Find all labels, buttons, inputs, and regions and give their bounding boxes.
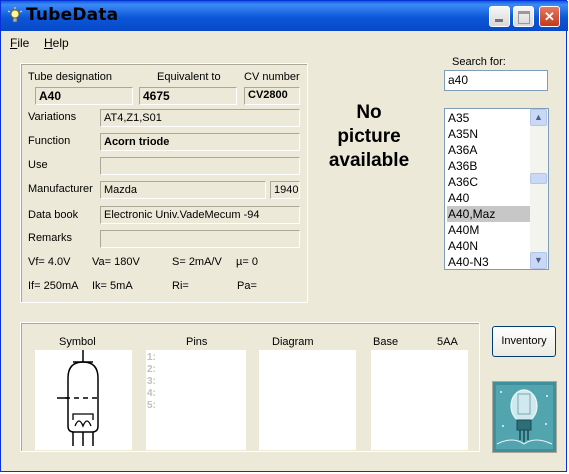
- variations-field[interactable]: AT4,Z1,S01: [100, 109, 300, 127]
- equivalent-label: Equivalent to: [157, 71, 221, 83]
- use-field[interactable]: [100, 157, 300, 175]
- minimize-icon: [495, 19, 503, 22]
- pin-number: 2:: [147, 364, 156, 375]
- tube-list-item[interactable]: A36B: [447, 158, 530, 174]
- variations-label: Variations: [28, 111, 77, 123]
- function-field[interactable]: Acorn triode: [100, 133, 300, 151]
- pin-number: 4:: [147, 388, 156, 399]
- designation-field[interactable]: A40: [35, 87, 133, 105]
- scroll-up-button[interactable]: ▲: [530, 109, 547, 126]
- year-field[interactable]: 1940: [270, 181, 300, 199]
- base-value: 5AA: [437, 336, 458, 348]
- param-pa: Pa=: [237, 280, 257, 292]
- tube-list-item[interactable]: A35N: [447, 126, 530, 142]
- app-window: TubeData ✕ File Help Tube designation Eq…: [0, 0, 568, 472]
- diagram-box: [259, 350, 356, 450]
- tube-list[interactable]: A35 A35N A36A A36B A36C A40 A40,Maz A40M A40N A40…: [444, 108, 549, 270]
- tube-list-item[interactable]: A40M: [447, 222, 530, 238]
- search-label: Search for:: [452, 56, 506, 68]
- scroll-down-icon: ▼: [534, 255, 543, 265]
- remarks-label: Remarks: [28, 232, 73, 244]
- databook-label: Data book: [28, 209, 79, 221]
- tube-list-item[interactable]: A40-N3: [447, 254, 530, 269]
- menu-bar: File Help: [1, 32, 568, 52]
- triode-tube-symbol: [57, 350, 101, 446]
- tube-list-item[interactable]: A40,Maz: [447, 206, 530, 222]
- tube-list-item[interactable]: A36A: [447, 142, 530, 158]
- maximize-icon: [518, 11, 530, 24]
- cv-label: CV number: [244, 71, 300, 83]
- tube-list-item[interactable]: A36C: [447, 174, 530, 190]
- base-box: [371, 350, 468, 450]
- symbol-label: Symbol: [59, 336, 96, 348]
- symbol-box: [35, 350, 132, 450]
- menu-file[interactable]: File: [10, 36, 29, 50]
- function-label: Function: [28, 135, 71, 147]
- list-scrollbar[interactable]: ▲ ▼: [530, 109, 548, 269]
- manufacturer-field[interactable]: Mazda: [100, 181, 266, 199]
- pins-box: 1: 2: 3: 4: 5:: [146, 350, 246, 450]
- use-label: Use: [28, 159, 48, 171]
- param-vf: Vf= 4.0V: [28, 256, 71, 268]
- lightbulb-icon: [7, 7, 23, 25]
- param-va: Va= 180V: [92, 256, 140, 268]
- title-bar[interactable]: TubeData ✕: [1, 1, 568, 31]
- tube-list-item[interactable]: A40N: [447, 238, 530, 254]
- no-picture-line-2: picture: [337, 126, 401, 147]
- designation-label: Tube designation: [28, 71, 112, 83]
- diagram-label: Diagram: [272, 336, 314, 348]
- base-label: Base: [373, 336, 399, 348]
- maximize-button[interactable]: [513, 6, 534, 27]
- scroll-up-icon: ▲: [534, 112, 543, 122]
- tube-logo: [492, 381, 557, 453]
- window-title: TubeData: [26, 5, 119, 25]
- cv-field[interactable]: CV2800: [244, 87, 300, 105]
- inventory-button[interactable]: Inventory: [492, 326, 556, 357]
- no-picture-line-3: available: [328, 150, 410, 171]
- pin-number: 1:: [147, 352, 156, 363]
- param-if: If= 250mA: [28, 280, 79, 292]
- pins-label: Pins: [186, 336, 208, 348]
- remarks-field[interactable]: [100, 230, 300, 248]
- param-ri: Ri=: [172, 280, 189, 292]
- scroll-down-button[interactable]: ▼: [530, 252, 547, 269]
- equivalent-field[interactable]: 4675: [139, 87, 237, 105]
- minimize-button[interactable]: [489, 6, 510, 27]
- no-picture-line-1: No: [356, 102, 382, 123]
- close-icon: ✕: [544, 9, 555, 24]
- param-ik: Ik= 5mA: [92, 280, 133, 292]
- databook-field[interactable]: Electronic Univ.VadeMecum -94: [100, 206, 300, 224]
- pin-number: 5:: [147, 400, 156, 411]
- tube-list-item[interactable]: A35: [447, 110, 530, 126]
- close-button[interactable]: ✕: [539, 6, 560, 27]
- no-picture-text: No picture available: [319, 101, 419, 173]
- menu-help[interactable]: Help: [44, 36, 69, 50]
- scroll-thumb[interactable]: [530, 173, 547, 184]
- manufacturer-label: Manufacturer: [28, 183, 93, 195]
- param-mu: µ= 0: [236, 256, 258, 268]
- pin-number: 3:: [147, 376, 156, 387]
- param-s: S= 2mA/V: [172, 256, 222, 268]
- tube-logo-icon: [493, 382, 556, 452]
- search-input[interactable]: a40: [444, 70, 548, 91]
- tube-list-item[interactable]: A40: [447, 190, 530, 206]
